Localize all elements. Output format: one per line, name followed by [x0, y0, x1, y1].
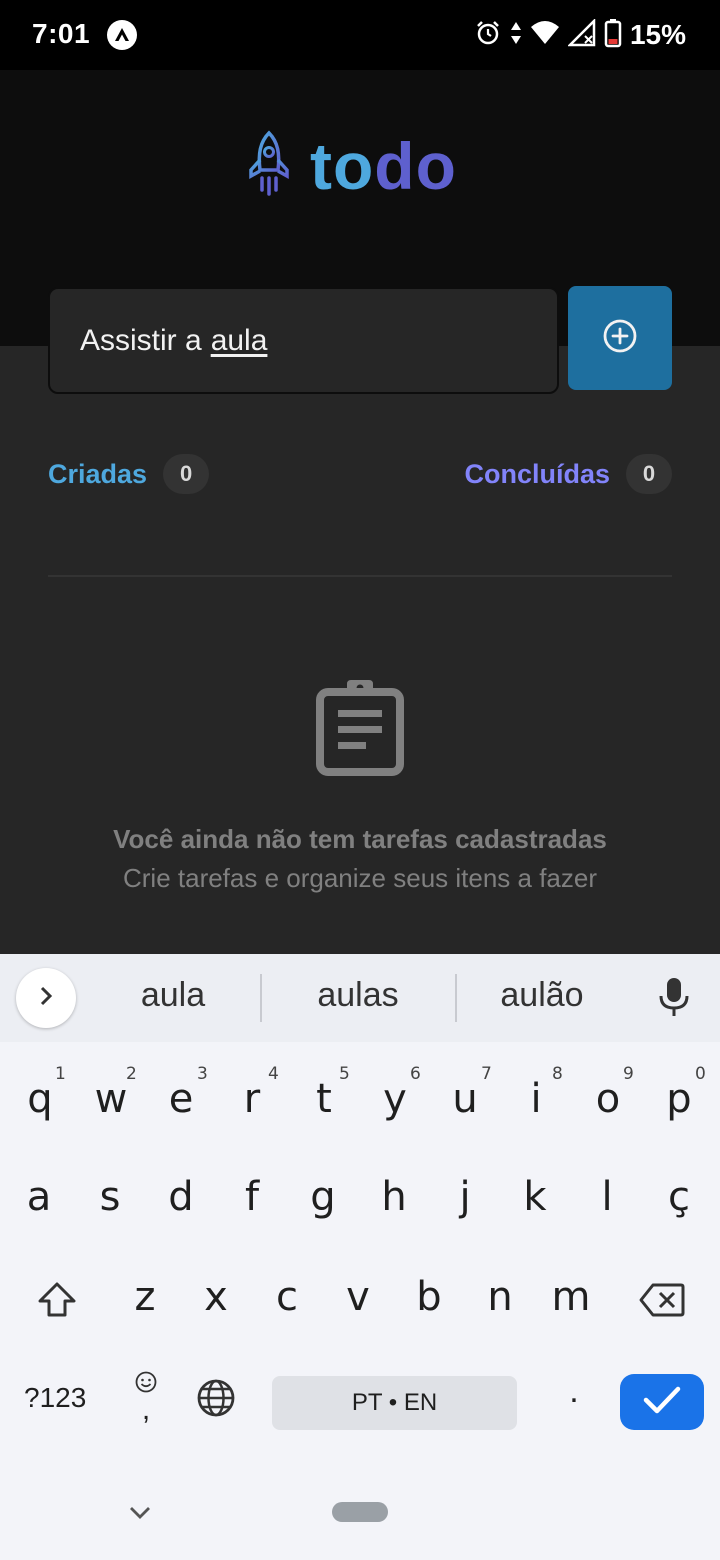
empty-state-title: Você ainda não tem tarefas cadastradas [113, 824, 607, 854]
status-time: 7:01 [32, 18, 91, 49]
microphone-icon[interactable] [656, 978, 692, 1023]
globe-icon[interactable] [196, 1378, 236, 1423]
key-hint: 3 [197, 1064, 208, 1084]
expand-toolbar-button[interactable] [16, 968, 76, 1028]
status-icons: 15% [474, 17, 686, 53]
key-z[interactable]: z [113, 1274, 177, 1320]
key-hint: 1 [55, 1064, 66, 1084]
battery-icon [604, 18, 622, 53]
key-b[interactable]: b [397, 1274, 461, 1320]
battery-percentage: 15% [629, 19, 686, 50]
key-hint: 7 [481, 1064, 492, 1084]
navigation-handle[interactable] [332, 1502, 388, 1522]
on-screen-keyboard: aula aulas aulão q w e r t y u i o p 1 2… [0, 954, 720, 1560]
suggestion-3[interactable]: aulão [452, 976, 632, 1015]
key-x[interactable]: x [184, 1274, 248, 1320]
task-input-composing-word: aula [210, 323, 268, 357]
created-label: Criadas [48, 458, 148, 489]
done-counter: Concluídas 0 [464, 454, 672, 494]
key-hint: 5 [339, 1064, 350, 1084]
backspace-icon [639, 1282, 685, 1328]
divider [48, 575, 672, 577]
key-v[interactable]: v [326, 1274, 390, 1320]
chevron-right-icon [35, 985, 57, 1012]
key-hint: 8 [552, 1064, 563, 1084]
shift-icon [37, 1282, 77, 1330]
suggestion-separator [260, 974, 262, 1022]
key-f[interactable]: f [220, 1174, 284, 1220]
comma-key-label: , [141, 1393, 151, 1426]
key-d[interactable]: d [149, 1174, 213, 1220]
app-logo: todo [246, 130, 457, 201]
done-count-badge: 0 [626, 454, 672, 494]
plus-circle-icon [602, 318, 638, 359]
emoji-comma-key[interactable]: , [130, 1370, 162, 1426]
key-k[interactable]: k [503, 1174, 567, 1220]
key-s[interactable]: s [78, 1174, 142, 1220]
key-a[interactable]: a [7, 1174, 71, 1220]
backspace-key[interactable] [630, 1282, 694, 1328]
key-hint: 0 [695, 1064, 706, 1084]
suggestion-2[interactable]: aulas [268, 976, 448, 1015]
created-count-badge: 0 [163, 454, 210, 494]
suggestion-bar: aula aulas aulão [0, 954, 720, 1042]
checkmark-icon [642, 1384, 682, 1421]
key-c-cedilla[interactable]: ç [647, 1174, 711, 1220]
empty-state-subtitle: Crie tarefas e organize seus itens a faz… [122, 863, 598, 893]
data-arrows-icon [510, 19, 522, 52]
shift-key[interactable] [25, 1280, 89, 1330]
suggestion-1[interactable]: aula [83, 976, 263, 1015]
period-key[interactable]: . [562, 1372, 586, 1411]
key-m[interactable]: m [539, 1274, 603, 1320]
hide-keyboard-chevron-icon[interactable] [128, 1500, 152, 1529]
key-j[interactable]: j [433, 1174, 497, 1220]
key-hint: 4 [268, 1064, 279, 1084]
task-input-prefix: Assistir a [80, 323, 202, 357]
wifi-icon [530, 19, 560, 52]
created-counter: Criadas 0 [48, 454, 210, 494]
key-hint: 6 [410, 1064, 421, 1084]
done-label: Concluídas [464, 458, 610, 489]
logo-text: todo [310, 128, 457, 203]
app-notification-icon [107, 20, 137, 50]
key-g[interactable]: g [291, 1174, 355, 1220]
key-hint: 2 [126, 1064, 137, 1084]
add-task-button[interactable] [568, 286, 672, 390]
status-bar: 7:01 15% [0, 0, 720, 70]
rocket-icon [246, 130, 292, 201]
key-n[interactable]: n [468, 1274, 532, 1320]
key-h[interactable]: h [362, 1174, 426, 1220]
clipboard-icon [314, 680, 406, 781]
symbols-key[interactable]: ?123 [24, 1382, 86, 1414]
space-bar[interactable]: PT • EN [272, 1376, 517, 1430]
key-l[interactable]: l [575, 1174, 639, 1220]
alarm-icon [474, 19, 502, 52]
task-input[interactable]: Assistir a aula [48, 287, 559, 394]
cell-signal-icon [566, 17, 596, 52]
key-hint: 9 [623, 1064, 634, 1084]
enter-key[interactable] [620, 1374, 704, 1430]
key-c[interactable]: c [255, 1274, 319, 1320]
